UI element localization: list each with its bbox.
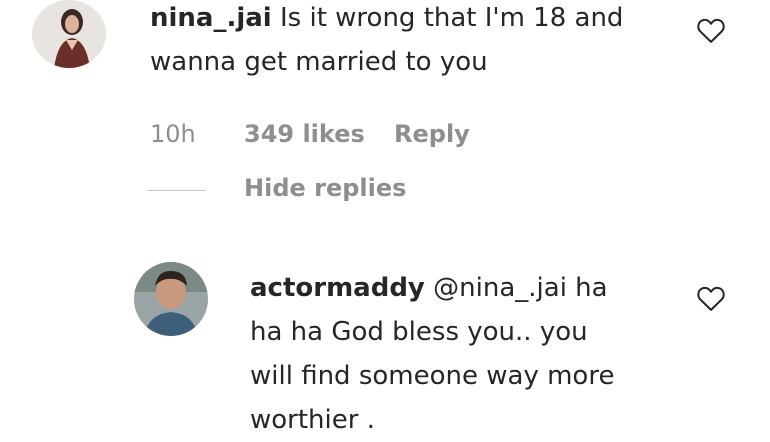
hide-replies-divider (148, 190, 206, 191)
reply-text-line-4: worthier . (250, 405, 375, 435)
hide-replies-label[interactable]: Hide replies (244, 174, 406, 202)
commenter-avatar[interactable] (32, 0, 106, 68)
comment-text-line-1: Is it wrong that I'm 18 and (280, 3, 624, 33)
reply-mention-text: @nina_.jai ha (433, 273, 608, 303)
comment-text-line-2: wanna get married to you (150, 47, 488, 77)
comment-body: nina_.jai Is it wrong that I'm 18 and wa… (150, 0, 690, 80)
reply-avatar[interactable] (134, 262, 208, 336)
comment-meta: 10h 349 likes Reply (150, 120, 550, 154)
hide-replies-toggle[interactable]: Hide replies (148, 174, 428, 206)
comment-username[interactable]: nina_.jai (150, 3, 272, 33)
comment-time: 10h (150, 120, 196, 148)
reply-username[interactable]: actormaddy (250, 273, 425, 303)
reply-text-line-3: will find someone way more (250, 361, 615, 391)
like-reply-heart-icon[interactable] (696, 284, 726, 312)
like-comment-heart-icon[interactable] (696, 16, 726, 44)
reply-button[interactable]: Reply (394, 120, 470, 148)
reply-body: actormaddy @nina_.jai ha ha ha God bless… (250, 266, 690, 442)
reply-text-line-2: ha ha God bless you.. you (250, 317, 588, 347)
comment-likes[interactable]: 349 likes (244, 120, 365, 148)
